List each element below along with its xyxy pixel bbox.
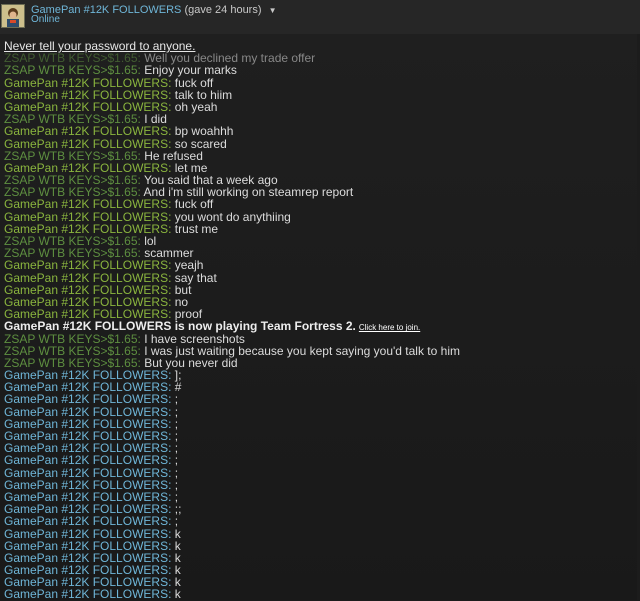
chat-message: GamePan #12K FOLLOWERS: k [4, 587, 181, 601]
chat-header: GamePan #12K FOLLOWERS (gave 24 hours) ▼… [0, 0, 640, 34]
message-text: oh yeah [174, 99, 218, 114]
chevron-down-icon[interactable]: ▼ [269, 6, 277, 15]
friend-name-extra: (gave 24 hours) [184, 4, 262, 16]
avatar-icon [2, 5, 24, 27]
friend-name-dropdown[interactable]: GamePan #12K FOLLOWERS (gave 24 hours) ▼ [31, 4, 277, 17]
message-text: k [174, 587, 181, 601]
message-text: trust me [174, 221, 219, 236]
join-game-link[interactable]: Click here to join. [359, 323, 420, 332]
friend-avatar[interactable] [1, 4, 25, 28]
friend-status: Online [31, 14, 60, 25]
message-sender[interactable]: GamePan #12K FOLLOWERS [4, 587, 168, 601]
chat-message: ZSAP WTB KEYS>$1.65: Well you declined m… [4, 51, 316, 66]
message-text: Well you declined my trade offer [144, 51, 316, 66]
chat-log[interactable]: Never tell your password to anyone. ZSAP… [0, 34, 640, 601]
message-sender[interactable]: ZSAP WTB KEYS>$1.65 [4, 51, 138, 65]
